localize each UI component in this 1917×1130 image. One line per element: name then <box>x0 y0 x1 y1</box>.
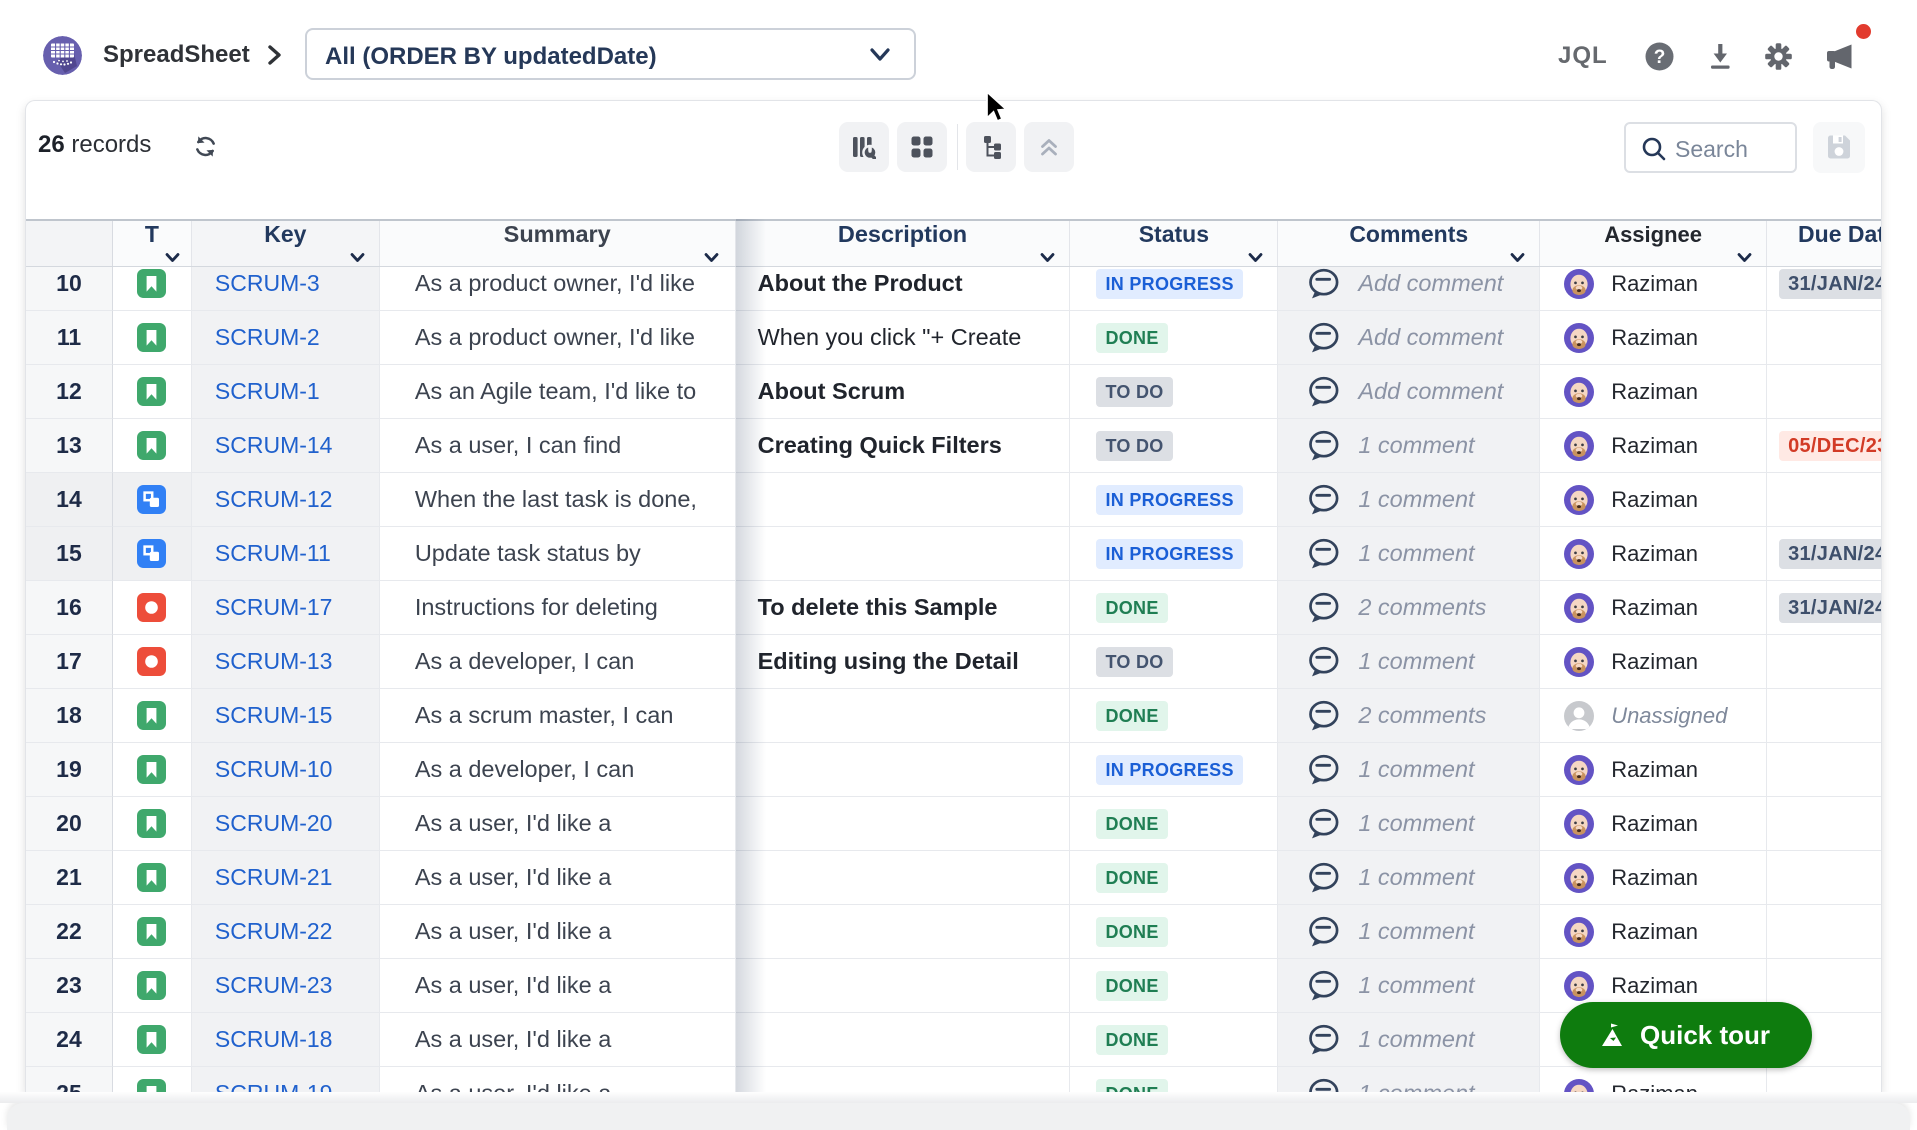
svg-text:?: ? <box>1654 47 1666 68</box>
